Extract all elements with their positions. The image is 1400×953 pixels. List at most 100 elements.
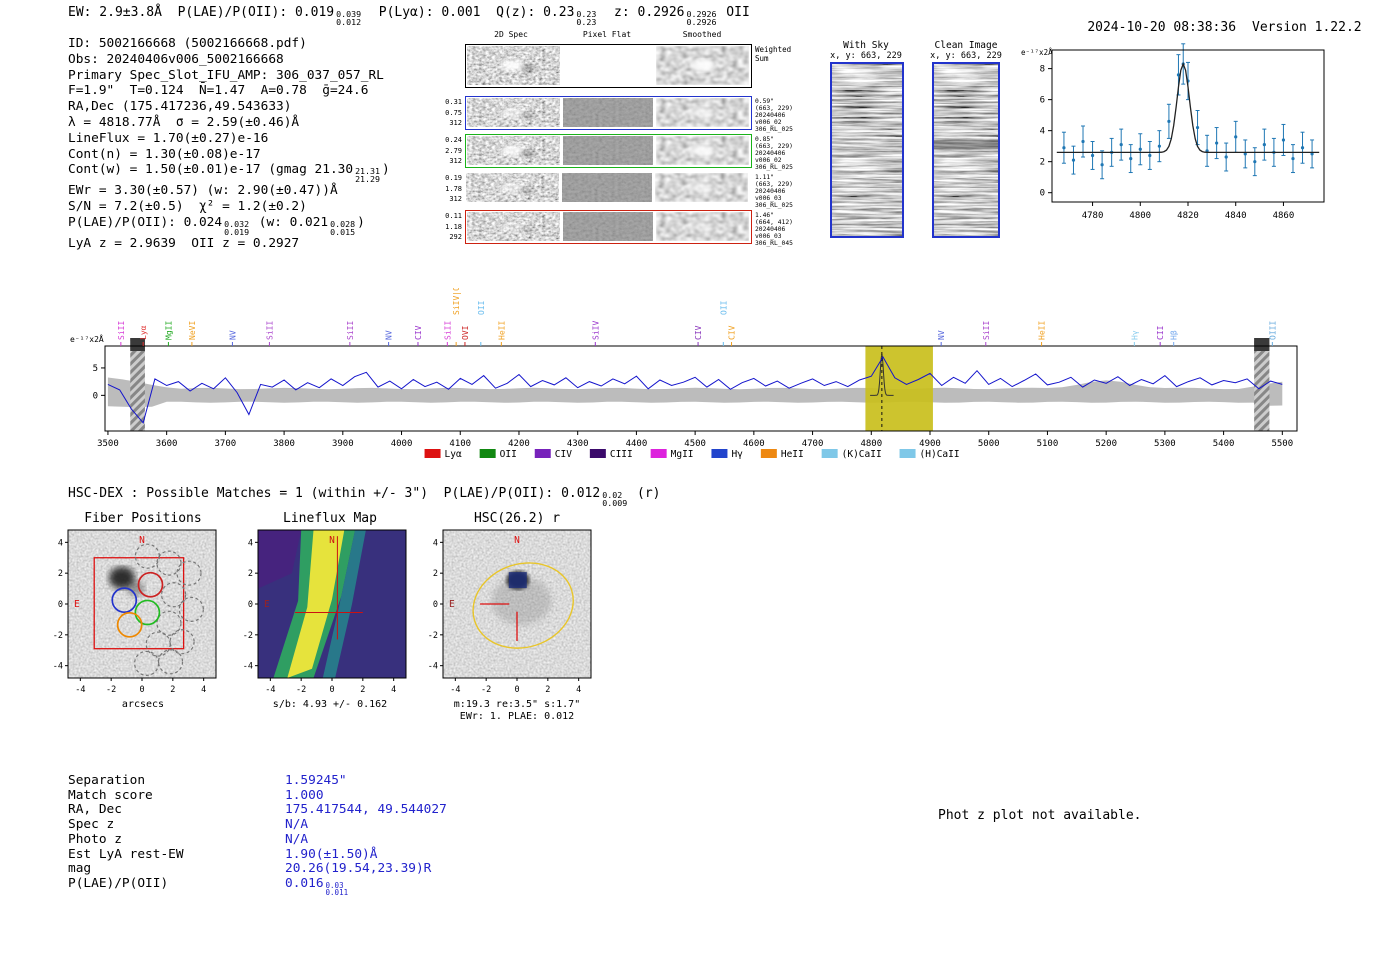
legend-swatch (760, 449, 777, 458)
emission-line-label: NV (228, 330, 237, 340)
with-sky-xy: x, y: 663, 229 (830, 51, 902, 61)
spectrum-chart: 3500 3600 3700 3800 3900 4000 4100 4200 4300 4400… (70, 288, 1298, 460)
text-segment: 0.016 (285, 875, 324, 891)
match-table-label: P(LAE)/P(OII) (68, 875, 169, 891)
spec2d-row-svg (467, 46, 749, 85)
x-tick-label: 4300 (567, 439, 589, 449)
legend-label: OII (500, 449, 517, 460)
spec2d-note-line: (663, 229) (755, 181, 793, 188)
text-segment: 175.417544, 49.544027 (285, 802, 447, 818)
spec2d-row-label-value: 0.11 (445, 212, 462, 220)
summary-line: EWr = 3.30(±0.57) (w: 2.90(±0.47))Å (68, 183, 390, 199)
data-point (1071, 158, 1076, 162)
clean-image-dark-band (934, 140, 998, 149)
match-table-label: Photo z (68, 831, 122, 847)
y-tick-label: 0 (93, 391, 98, 401)
x-tick-label: 4700 (802, 439, 824, 449)
x-tick-label: 4100 (449, 439, 471, 449)
detection-highlight-band (865, 346, 933, 431)
x-tick-label: 4800 (860, 439, 882, 449)
emission-blob-smoothed (690, 181, 714, 194)
x-tick-label: -4 (75, 685, 85, 695)
summary-line: S/N = 7.2(±0.5) χ² = 1.2(±0.2) (68, 199, 390, 215)
text-segment: 20.26(19.54,23.39)R (285, 861, 432, 877)
spec2d-row-label-value: 1.18 (445, 222, 462, 231)
data-point (1224, 155, 1228, 159)
spec2d-note-line: 20240406 (755, 188, 786, 195)
text-segment: ) (357, 214, 365, 230)
spec2d-row-labels: 0.31 0.75 312 (442, 97, 462, 129)
spec2d-row-images (465, 44, 752, 88)
y-tick-label: 2 (1040, 158, 1045, 168)
legend-swatch (479, 449, 496, 458)
pixel-flat-noise (563, 136, 653, 165)
data-point (1157, 144, 1161, 148)
match-table-value: 20.26(19.54,23.39)R (285, 861, 431, 876)
x-tick-label: 4900 (919, 439, 941, 449)
spec2d-col-title: Pixel Flat (582, 30, 632, 39)
spectrum-ylabel: e⁻¹⁷x2Å (70, 333, 104, 344)
text-segment: EWr = 3.30(±0.57) (w: 2.90(±0.47))Å (68, 183, 338, 199)
y-tick-label: 2 (433, 569, 438, 579)
x-tick-label: 0 (329, 685, 334, 695)
spec2d-row-labels: 0.11 1.18 292 (442, 211, 462, 243)
x-tick-label: 0 (139, 685, 144, 695)
data-point (1081, 139, 1085, 144)
fiber-xlabel: arcsecs (121, 699, 165, 710)
spec2d-row-svg (467, 136, 749, 165)
masked-region-cap (1254, 338, 1270, 351)
dark-blob (520, 225, 536, 234)
lineflux-map-cutout: NE-4-4-2-2002244 (243, 529, 407, 695)
emission-line-label: HeII (1038, 321, 1047, 340)
match-table-value: 175.417544, 49.544027 (285, 802, 447, 817)
clean-image (932, 62, 1000, 238)
legend-swatch (650, 449, 667, 458)
summary-line: LineFlux = 1.70(±0.27)e-16 (68, 131, 390, 147)
source-marker-square (508, 572, 527, 589)
data-point (1300, 146, 1305, 150)
spec2d-row-label-value: 0.19 (445, 174, 462, 182)
clean-image-xy: x, y: 663, 229 (930, 51, 1002, 61)
hsc-caption-2: EWr: 1. PLAE: 0.012 (459, 711, 575, 722)
y-tick-label: 4 (248, 538, 253, 548)
x-tick-label: 5200 (1095, 439, 1117, 449)
y-tick-label: 4 (58, 538, 63, 548)
y-tick-label: 5 (93, 364, 98, 374)
x-tick-label: 2 (545, 685, 550, 695)
summary-line: ID: 5002166668 (5002166668.pdf) (68, 36, 390, 52)
spec2d-note-line: 0.59" (755, 98, 774, 105)
match-table-label: Separation (68, 773, 146, 788)
spec2d-row-label-value: 0.24 (445, 136, 462, 144)
x-tick-label: 4840 (1225, 211, 1247, 221)
sup-sub-value: 0.02 0.009 (602, 491, 627, 507)
legend-label: CIII (610, 449, 633, 460)
data-point (1262, 143, 1266, 147)
spec2d-note-line: 20240406 (755, 150, 786, 157)
spec2d-row-label-value: 312 (449, 157, 462, 165)
spec2d-note-line: 0.85" (755, 136, 774, 143)
y-tick-label: 8 (1040, 65, 1045, 75)
emission-line-label: NV (385, 330, 394, 340)
spec2d-row-note: 0.59" (663, 229) 20240406 v006_02 306_RL_025 (755, 98, 793, 133)
x-tick-label: 4820 (1177, 211, 1199, 221)
sub-value: 21.29 (355, 174, 381, 185)
legend-label: Hγ (731, 449, 743, 460)
compass-north-label: N (139, 535, 145, 546)
match-table-value: 1.90(±1.50)Å (285, 847, 377, 862)
spec2d-panel: 2D Spec Pixel Flat Smoothed Weighted Sum 0… (442, 30, 842, 250)
spec2d-col-title: Smoothed (682, 30, 722, 39)
data-point (1119, 143, 1123, 147)
summary-line: Cont(w) = 1.50(±0.01)e-17 (gmag 21.30 21.… (68, 162, 390, 183)
linefit-chart: e⁻¹⁷x2Å 4780 4800 4820 4840 4860 0 2 4 6 8 (1021, 43, 1325, 221)
with-sky-image (830, 62, 904, 238)
x-tick-label: 3700 (215, 439, 237, 449)
cutout-content: NE (68, 530, 216, 678)
text-segment: λ = 4818.77Å σ = 2.59(±0.46)Å (68, 114, 300, 130)
emission-line-label: Hγ (1130, 330, 1139, 340)
sup-sub-value: 0.032 0.019 (224, 220, 249, 236)
dark-blob (520, 64, 536, 73)
cutout-content: NE (443, 530, 591, 678)
text-segment: F=1.9" T=0.124 N̄=1.47 A=0.78 ḡ=24.6 (68, 83, 369, 99)
emission-line-label: OII (477, 300, 486, 315)
text-segment: Obs: 20240406v006_5002166668 (68, 51, 284, 67)
